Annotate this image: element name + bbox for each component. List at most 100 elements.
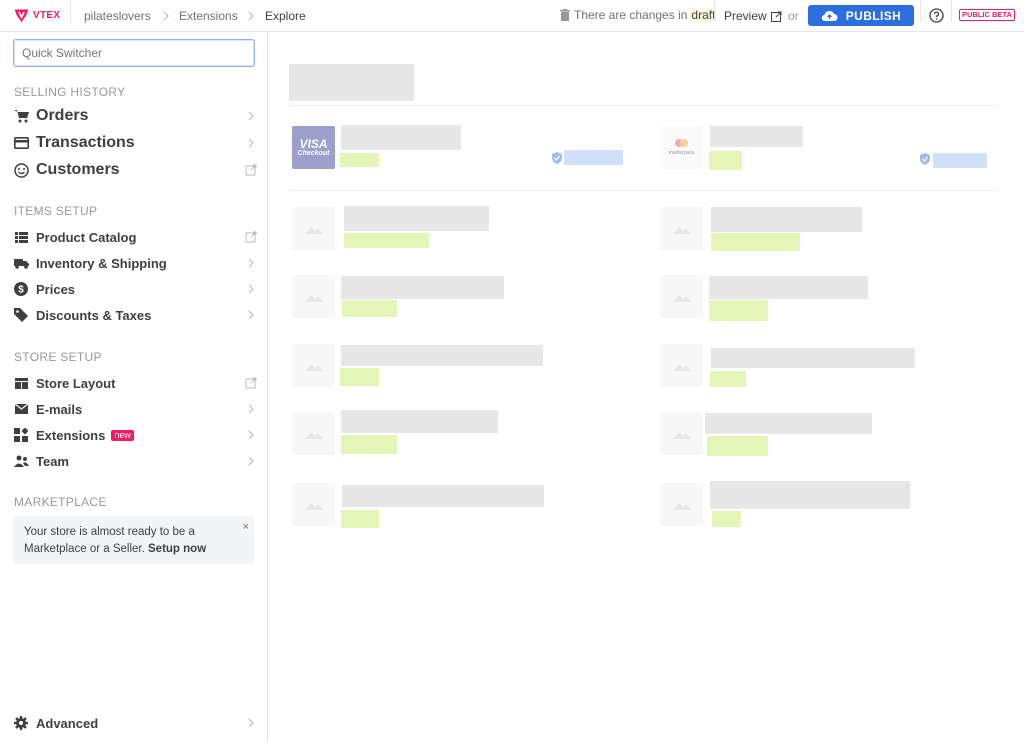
tag-placeholder <box>340 368 379 386</box>
tag-placeholder <box>709 300 768 321</box>
smiley-icon <box>13 162 29 178</box>
nav-prices-label: Prices <box>36 281 76 297</box>
extension-thumbnail[interactable] <box>660 344 703 387</box>
nav-store-layout[interactable]: Store Layout <box>13 372 257 394</box>
verified-placeholder <box>564 150 623 165</box>
nav-discounts-taxes[interactable]: Discounts & Taxes <box>13 304 257 326</box>
nav-inventory-shipping-label: Inventory & Shipping <box>36 255 167 271</box>
chevron-right-icon <box>248 404 254 414</box>
external-link-icon <box>245 231 257 243</box>
nav-prices[interactable]: $ Prices <box>13 278 257 300</box>
name-placeholder <box>710 481 910 509</box>
masterpass-logo-text: masterpass <box>668 150 695 156</box>
name-placeholder <box>710 126 803 147</box>
image-placeholder-icon <box>672 294 691 302</box>
nav-inventory-shipping[interactable]: Inventory & Shipping <box>13 252 257 274</box>
extension-thumbnail[interactable] <box>292 344 335 387</box>
nav-advanced[interactable]: Advanced <box>13 712 257 734</box>
name-placeholder <box>341 410 498 433</box>
chevron-right-icon <box>248 456 254 466</box>
chevron-right-icon <box>248 284 254 294</box>
close-icon[interactable]: × <box>243 519 249 536</box>
tag-placeholder <box>341 435 397 454</box>
nav-transactions[interactable]: Transactions <box>13 132 257 154</box>
extension-thumbnail[interactable] <box>660 207 703 250</box>
help-icon[interactable] <box>929 8 944 23</box>
chevron-right-icon <box>248 258 254 268</box>
nav-customers[interactable]: Customers <box>13 159 257 181</box>
extension-thumbnail[interactable] <box>660 412 703 455</box>
divider <box>289 105 998 106</box>
puzzle-icon <box>13 427 29 443</box>
nav-team[interactable]: Team <box>13 450 257 472</box>
cart-icon <box>13 108 29 124</box>
breadcrumb-extensions[interactable]: Extensions <box>179 9 238 23</box>
cloud-upload-icon <box>821 10 838 21</box>
preview-label: Preview <box>724 9 767 23</box>
breadcrumb-store[interactable]: pilateslovers <box>84 9 151 23</box>
vtex-logo[interactable]: VTEX <box>13 7 60 24</box>
verified-placeholder <box>933 153 987 168</box>
image-placeholder-icon <box>304 363 323 371</box>
section-items-setup: ITEMS SETUP <box>14 204 98 218</box>
tag-placeholder <box>341 510 379 528</box>
preview-link[interactable]: Preview <box>724 9 782 23</box>
nav-orders[interactable]: Orders <box>13 105 257 127</box>
nav-store-layout-label: Store Layout <box>36 375 116 391</box>
shield-check-icon <box>552 152 562 164</box>
divider <box>289 190 998 191</box>
changes-text: There are changes in <box>574 8 688 22</box>
public-beta-badge: PUBLIC BETA <box>959 9 1015 21</box>
name-placeholder <box>344 206 489 231</box>
nav-product-catalog-label: Product Catalog <box>36 229 137 245</box>
nav-transactions-label: Transactions <box>36 134 135 151</box>
envelope-icon <box>13 401 29 417</box>
section-selling-history: SELLING HISTORY <box>14 85 126 99</box>
nav-emails-label: E-mails <box>36 401 83 417</box>
image-placeholder-icon <box>672 502 691 510</box>
truck-icon <box>13 255 29 271</box>
trash-icon[interactable] <box>560 9 570 21</box>
nav-product-catalog[interactable]: Product Catalog <box>13 226 257 248</box>
chevron-right-icon <box>248 718 254 728</box>
visa-checkout-logo[interactable]: VISA Checkout <box>292 126 335 169</box>
nav-discounts-taxes-label: Discounts & Taxes <box>36 307 152 323</box>
nav-customers-label: Customers <box>36 161 120 178</box>
tag-icon <box>13 307 29 323</box>
svg-text:$: $ <box>18 285 24 296</box>
section-marketplace: MARKETPLACE <box>14 495 107 509</box>
extension-thumbnail[interactable] <box>292 483 335 526</box>
nav-extensions[interactable]: Extensions new <box>13 424 257 446</box>
chevron-right-icon <box>248 310 254 320</box>
extension-thumbnail[interactable] <box>660 275 703 318</box>
section-store-setup: STORE SETUP <box>14 350 102 364</box>
tag-placeholder <box>712 511 741 527</box>
name-placeholder <box>705 413 872 434</box>
chevron-right-icon <box>248 111 254 121</box>
divider <box>714 0 715 22</box>
visa-logo-subtext: Checkout <box>297 150 330 157</box>
tag-placeholder <box>709 151 742 170</box>
divider <box>951 0 952 22</box>
image-placeholder-icon <box>304 226 323 234</box>
extension-thumbnail[interactable] <box>660 483 703 526</box>
setup-now-link[interactable]: Setup now <box>148 543 206 555</box>
name-placeholder <box>341 276 504 299</box>
image-placeholder-icon <box>672 226 691 234</box>
people-icon <box>13 453 29 469</box>
extensions-explore-panel: VISA Checkout masterpass <box>269 32 1024 743</box>
gear-icon <box>13 715 29 731</box>
masterpass-logo[interactable]: masterpass <box>660 126 703 169</box>
extension-thumbnail[interactable] <box>292 275 335 318</box>
shield-check-icon <box>920 153 930 165</box>
nav-extensions-label: Extensions <box>36 427 106 443</box>
quick-switcher-input[interactable] <box>13 39 255 67</box>
nav-emails[interactable]: E-mails <box>13 398 257 420</box>
name-placeholder <box>341 345 543 366</box>
extension-thumbnail[interactable] <box>292 412 335 455</box>
extension-thumbnail[interactable] <box>292 207 335 250</box>
name-placeholder <box>342 485 544 507</box>
masterpass-circles <box>660 139 703 147</box>
draft-status: There are changes in draft <box>560 8 717 22</box>
publish-button[interactable]: PUBLISH <box>808 5 914 26</box>
